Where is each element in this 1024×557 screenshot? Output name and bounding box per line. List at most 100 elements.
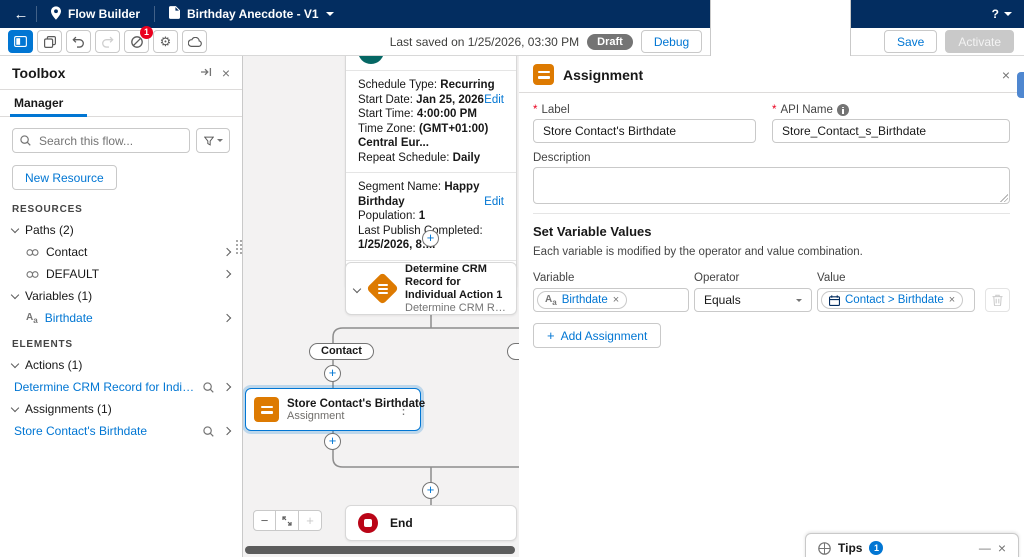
flow-toolbar: 1 ⚙ Last saved on 1/25/2026, 03:30 PM Dr… [0, 28, 1024, 56]
edit-schedule-link[interactable]: Edit [484, 93, 504, 108]
copy-elements-button[interactable] [37, 30, 62, 53]
chevron-down-icon [326, 12, 334, 16]
group-assignments[interactable]: Assignments (1) [0, 398, 242, 420]
tab-manager[interactable]: Manager [14, 96, 63, 116]
action-diamond-icon [366, 272, 399, 305]
assignment-item-store-birthdate[interactable]: Store Contact's Birthdate [0, 420, 242, 442]
chevron-right-icon [223, 314, 231, 322]
activate-button[interactable]: Activate [945, 30, 1014, 53]
description-textarea[interactable] [533, 167, 1010, 204]
assignment-icon [254, 397, 279, 422]
api-name-field-group: *API Name [772, 104, 1010, 143]
chevron-down-icon [217, 139, 223, 142]
schedule-type-value: Recurring [440, 79, 494, 91]
end-node[interactable]: End [345, 505, 517, 541]
zoom-in-button[interactable]: + [299, 510, 322, 531]
add-element-button[interactable]: + [422, 230, 439, 247]
add-assignment-button[interactable]: + Add Assignment [533, 323, 661, 348]
action-item-crm-record[interactable]: Determine CRM Record for Individual Acti… [0, 376, 242, 398]
info-icon[interactable] [837, 104, 849, 116]
path-icon [26, 270, 39, 279]
chevron-right-icon [223, 427, 231, 435]
label-input[interactable] [533, 119, 756, 143]
cloud-run-button[interactable] [182, 30, 207, 53]
time-zone-label: Time Zone: [358, 123, 416, 135]
canvas-horizontal-scrollbar[interactable] [245, 546, 515, 554]
remove-pill-icon[interactable]: × [613, 295, 619, 306]
resize-grip-icon[interactable] [1000, 194, 1008, 202]
back-button[interactable]: ← [6, 6, 36, 23]
settings-gear-button[interactable]: ⚙ [153, 30, 178, 53]
toolbox-search-row [0, 117, 242, 157]
plus-icon: + [547, 328, 555, 343]
close-panel-icon[interactable]: × [1002, 67, 1010, 83]
start-node[interactable]: Start Schedule Type: RecurringEdit Start… [345, 56, 517, 290]
crm-record-node[interactable]: Determine CRM Record for Individual Acti… [345, 262, 517, 315]
schedule-section: Schedule Type: RecurringEdit Start Date:… [346, 70, 516, 172]
group-actions[interactable]: Actions (1) [0, 354, 242, 376]
status-badge: Draft [587, 34, 633, 50]
zoom-out-button[interactable]: − [253, 510, 276, 531]
search-input[interactable] [12, 128, 190, 153]
add-element-button[interactable]: + [324, 433, 341, 450]
remove-pill-icon[interactable]: × [949, 295, 955, 306]
operator-field-label: Operator [694, 272, 739, 284]
required-asterisk: * [533, 104, 537, 116]
pin-panel-icon[interactable] [200, 66, 212, 81]
node-menu-icon[interactable]: ⋮ [395, 402, 412, 418]
group-paths[interactable]: Paths (2) [0, 219, 242, 241]
undo-button[interactable] [66, 30, 91, 53]
variable-pill: Aa Birthdate × [537, 291, 627, 309]
flow-title-segment[interactable]: Birthday Anecdote - V1 [155, 0, 348, 28]
debug-button[interactable]: Debug [641, 30, 702, 53]
flow-builder-app: ← Flow Builder Birthday Anecdote - V1 ? [0, 0, 1024, 557]
delete-assignment-button[interactable] [985, 288, 1010, 312]
variable-combobox[interactable]: Aa Birthdate × [533, 288, 689, 312]
find-in-canvas-icon[interactable] [203, 382, 214, 393]
panel-scrollbar-thumb[interactable] [1017, 72, 1024, 98]
save-button[interactable]: Save [884, 30, 937, 53]
close-toolbox-icon[interactable]: × [222, 66, 230, 80]
section-title: Set Variable Values [533, 224, 1010, 239]
toolbar-left-group: 1 ⚙ [8, 30, 207, 53]
start-node-title: Start [394, 56, 421, 59]
variable-item-birthdate[interactable]: Aa Birthdate [0, 307, 242, 329]
location-pin-icon [51, 6, 61, 23]
label-field-group: *Label [533, 104, 756, 143]
required-asterisk: * [772, 104, 776, 116]
path-item-default[interactable]: DEFAULT [0, 263, 242, 285]
repeat-schedule-value: Daily [453, 152, 481, 164]
trash-icon [992, 294, 1003, 306]
new-resource-button[interactable]: New Resource [12, 165, 117, 190]
collapse-branch-icon[interactable] [353, 284, 361, 292]
path-item-contact[interactable]: Contact [0, 241, 242, 263]
add-element-button[interactable]: + [422, 482, 439, 499]
add-element-button[interactable]: + [324, 365, 341, 382]
operator-select[interactable]: Equals [694, 288, 812, 312]
filter-button[interactable] [196, 128, 230, 153]
assignment-node-selected[interactable]: Store Contact's Birthdate Assignment ⋮ [245, 388, 421, 431]
group-variables[interactable]: Variables (1) [0, 285, 242, 307]
toggle-toolbox-button[interactable] [8, 30, 33, 53]
group-label: Variables (1) [25, 289, 92, 303]
flow-errors-button[interactable]: 1 [124, 30, 149, 53]
add-assignment-label: Add Assignment [561, 329, 648, 343]
tips-count-badge: 1 [869, 541, 883, 555]
close-icon[interactable]: × [998, 540, 1006, 556]
api-name-input[interactable] [772, 119, 1010, 143]
assignment-property-panel: Assignment × *Label *API Name Descriptio… [519, 56, 1024, 557]
tips-docked-panel[interactable]: Tips 1 — × [805, 533, 1019, 557]
redo-button[interactable] [95, 30, 120, 53]
variable-field-label: Variable [533, 272, 574, 284]
flow-canvas[interactable]: Start Schedule Type: RecurringEdit Start… [243, 56, 519, 557]
panel-resize-handle[interactable] [236, 240, 243, 255]
zoom-fit-button[interactable] [276, 510, 299, 531]
document-icon [169, 6, 180, 22]
edit-segment-link[interactable]: Edit [484, 195, 504, 210]
value-combobox[interactable]: Contact > Birthdate × [817, 288, 975, 312]
minimize-icon[interactable]: — [979, 541, 991, 555]
resources-section-header: RESOURCES [0, 194, 242, 219]
value-column: Value Contact > Birthdate × [817, 272, 975, 312]
find-in-canvas-icon[interactable] [203, 426, 214, 437]
start-time-label: Start Time: [358, 108, 414, 120]
